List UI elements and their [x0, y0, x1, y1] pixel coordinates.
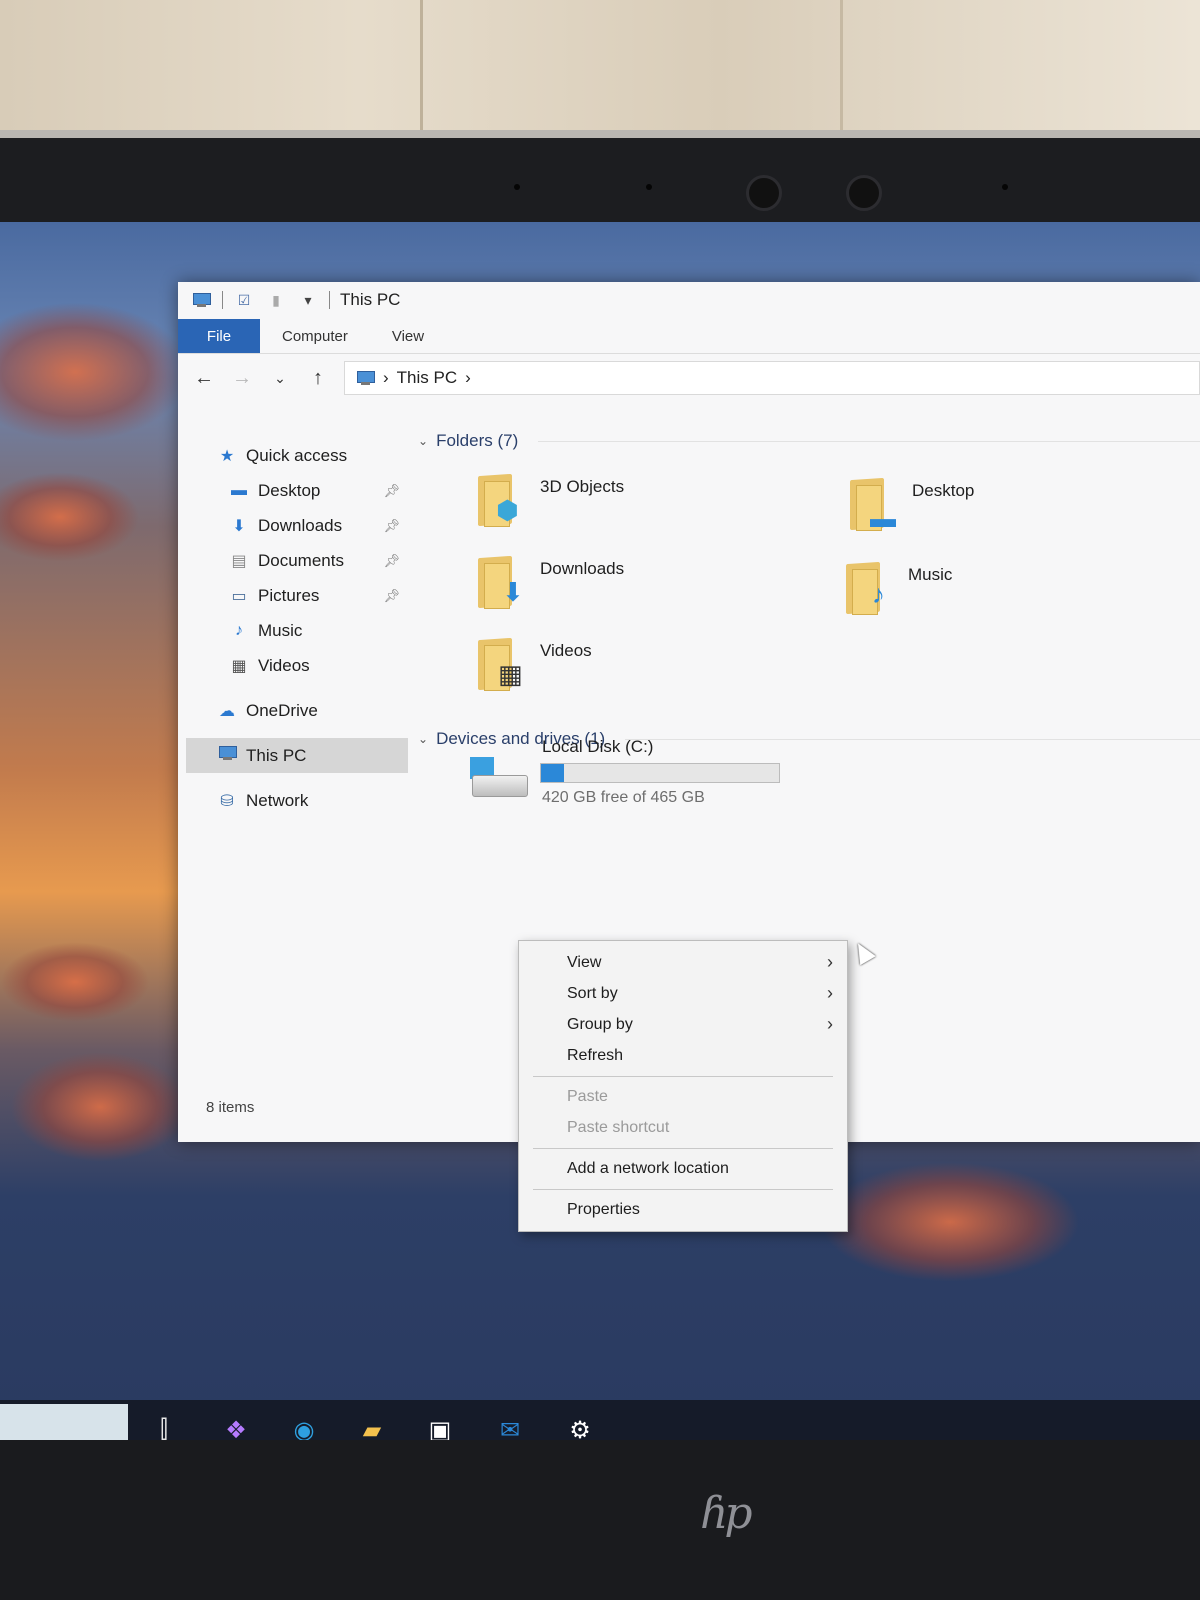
- folder-icon: ♪: [844, 559, 896, 617]
- hard-drive-icon: [468, 757, 528, 805]
- webcam: [746, 175, 782, 211]
- status-item-count: 8 items: [206, 1099, 255, 1116]
- pin-icon[interactable]: 📌︎: [383, 483, 400, 499]
- hp-logo-icon: ɦp: [700, 1488, 752, 1539]
- recent-locations-chevron-icon[interactable]: ⌄: [268, 370, 292, 387]
- breadcrumb-separator-icon: ›: [383, 368, 389, 387]
- folder-item[interactable]: ⬢ 3D Objects: [476, 471, 624, 529]
- film-icon: ▦: [231, 657, 247, 675]
- drive-usage-bar: [540, 763, 780, 783]
- chevron-right-icon: ›: [827, 952, 833, 972]
- folder-item[interactable]: ▦ Videos: [476, 635, 592, 693]
- drive-item-local-disk[interactable]: Local Disk (C:) 420 GB free of 465 GB: [468, 737, 808, 817]
- menu-item-refresh[interactable]: Refresh: [519, 1040, 847, 1071]
- sensor-dot: [514, 184, 520, 190]
- menu-item-sort-by[interactable]: Sort by ›: [519, 978, 847, 1009]
- menu-item-view[interactable]: View ›: [519, 947, 847, 978]
- picture-icon: ▭: [231, 587, 247, 605]
- film-icon: ▦: [498, 659, 523, 689]
- menu-item-group-by[interactable]: Group by ›: [519, 1009, 847, 1040]
- computer-icon: [355, 370, 375, 386]
- music-note-icon: ♪: [872, 579, 885, 609]
- sensor-dot: [646, 184, 652, 190]
- sensor-dot: [1002, 184, 1008, 190]
- sidebar-item-pictures[interactable]: ▭ Pictures 📌︎: [186, 578, 408, 613]
- sidebar-item-onedrive[interactable]: ☁ OneDrive: [186, 693, 408, 728]
- pin-icon[interactable]: 📌︎: [383, 518, 400, 534]
- computer-icon: [190, 291, 212, 309]
- folder-icon: ⬇: [476, 553, 528, 611]
- menu-separator: [533, 1189, 833, 1190]
- chevron-down-icon: ⌄: [418, 732, 429, 746]
- menu-item-properties[interactable]: Properties: [519, 1194, 847, 1225]
- folder-icon: ⬢: [476, 471, 528, 529]
- address-bar[interactable]: › This PC ›: [344, 361, 1200, 395]
- breadcrumb-separator-icon[interactable]: ›: [465, 368, 471, 388]
- window-title: This PC: [340, 290, 401, 309]
- customize-quick-access-icon[interactable]: ▾: [297, 291, 319, 309]
- sidebar-item-documents[interactable]: ▤ Documents 📌︎: [186, 543, 408, 578]
- cloud-icon: ☁: [219, 702, 235, 720]
- ir-camera: [846, 175, 882, 211]
- menu-item-add-network-location[interactable]: Add a network location: [519, 1153, 847, 1184]
- folders-group-header[interactable]: ⌄ Folders (7): [418, 427, 1200, 455]
- chevron-right-icon: ›: [827, 1014, 833, 1034]
- laptop-bottom-bezel: [0, 1440, 1200, 1600]
- menu-item-paste: Paste: [567, 1087, 608, 1105]
- network-icon: ⛁: [220, 792, 234, 810]
- download-arrow-icon: ⬇: [232, 517, 246, 535]
- chevron-right-icon: ›: [827, 983, 833, 1003]
- forward-arrow-icon[interactable]: →: [230, 367, 254, 390]
- folder-item[interactable]: ⬇ Downloads: [476, 553, 624, 611]
- menu-separator: [533, 1148, 833, 1149]
- sidebar-item-videos[interactable]: ▦ Videos: [186, 648, 408, 683]
- desktop-icon: ▬: [870, 503, 896, 533]
- folders-grid: ⬢ 3D Objects ▬ Desktop ⬇ Downloads ♪ Mus…: [418, 455, 1200, 725]
- sidebar-item-this-pc[interactable]: This PC: [186, 738, 408, 773]
- navigation-pane: ★ Quick access ▬ Desktop 📌︎ ⬇ Downloads …: [186, 432, 408, 818]
- navigation-bar: ← → ⌄ ↑ › This PC ›: [178, 354, 1200, 402]
- properties-checkbox-icon[interactable]: ☑: [233, 291, 255, 309]
- music-note-icon: ♪: [235, 621, 243, 639]
- context-menu: View › Sort by › Group by › Refresh Past…: [518, 940, 848, 1232]
- cube-icon: ⬢: [496, 495, 519, 525]
- folder-item[interactable]: ▬ Desktop: [848, 475, 974, 533]
- sidebar-item-downloads[interactable]: ⬇ Downloads 📌︎: [186, 508, 408, 543]
- tab-computer[interactable]: Computer: [260, 319, 370, 353]
- download-arrow-icon: ⬇: [502, 577, 524, 607]
- computer-icon: [216, 745, 238, 766]
- drive-usage-fill: [541, 764, 565, 782]
- tab-file[interactable]: File: [178, 319, 260, 353]
- breadcrumb-this-pc[interactable]: This PC: [397, 368, 457, 388]
- star-icon: ★: [219, 447, 235, 465]
- folder-icon: ▦: [476, 635, 528, 693]
- sidebar-item-network[interactable]: ⛁ Network: [186, 783, 408, 818]
- folder-icon: ▬: [848, 475, 900, 533]
- new-folder-icon[interactable]: ▮: [265, 291, 287, 309]
- back-arrow-icon[interactable]: ←: [192, 367, 216, 390]
- menu-item-paste-shortcut: Paste shortcut: [567, 1118, 670, 1136]
- pin-icon[interactable]: 📌︎: [383, 588, 400, 604]
- ribbon: File Computer View: [178, 318, 1200, 354]
- chevron-down-icon: ⌄: [418, 434, 429, 448]
- pin-icon[interactable]: 📌︎: [383, 553, 400, 569]
- sidebar-item-music[interactable]: ♪ Music: [186, 613, 408, 648]
- desk-background: [0, 0, 1200, 150]
- title-bar: ☑ ▮ ▾ This PC: [178, 282, 1200, 318]
- up-arrow-icon[interactable]: ↑: [306, 367, 330, 390]
- desktop-icon: ▬: [231, 481, 247, 499]
- document-icon: ▤: [231, 552, 247, 570]
- content-pane: ⌄ Folders (7) ⬢ 3D Objects ▬ Desktop ⬇ D…: [418, 427, 1200, 806]
- menu-separator: [533, 1076, 833, 1077]
- folder-item[interactable]: ♪ Music: [844, 559, 952, 617]
- sidebar-item-quick-access[interactable]: ★ Quick access: [186, 438, 408, 473]
- sidebar-item-desktop[interactable]: ▬ Desktop 📌︎: [186, 473, 408, 508]
- tab-view[interactable]: View: [370, 319, 446, 353]
